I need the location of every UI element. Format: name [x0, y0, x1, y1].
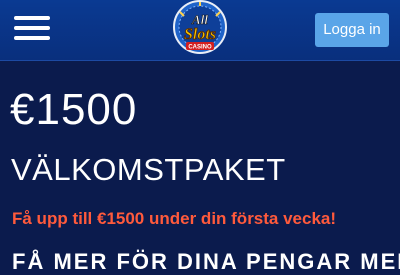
- offer-subtitle: Få upp till €1500 under din första vecka…: [12, 209, 337, 228]
- logo-text-slots: Slots: [184, 26, 216, 43]
- hamburger-menu-icon[interactable]: [14, 14, 50, 42]
- welcome-package-title: VÄLKOMSTPAKET: [11, 152, 286, 187]
- logo-text-all: All: [191, 12, 208, 27]
- login-button[interactable]: Logga in: [315, 13, 389, 47]
- logo-graphic: All Slots CASINO: [173, 0, 227, 54]
- menu-line: [14, 36, 50, 40]
- promo-content: €1500 VÄLKOMSTPAKET Få upp till €1500 un…: [0, 61, 400, 274]
- menu-line: [14, 16, 50, 20]
- menu-line: [14, 26, 50, 30]
- top-header: All Slots CASINO Logga in: [0, 0, 400, 61]
- bonus-amount: €1500: [10, 85, 138, 134]
- section-heading: FÅ MER FÖR DINA PENGAR MED: [12, 249, 400, 274]
- all-slots-casino-logo[interactable]: All Slots CASINO: [164, 0, 236, 58]
- logo-text-casino: CASINO: [188, 45, 212, 51]
